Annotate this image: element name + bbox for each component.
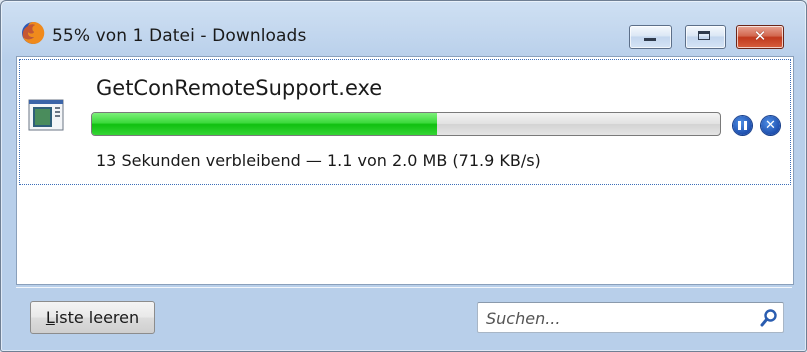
pause-button[interactable]	[733, 116, 752, 135]
download-file-name: GetConRemoteSupport.exe	[96, 76, 383, 100]
clear-list-accesskey: L	[45, 308, 55, 327]
window-title: 55% von 1 Datei - Downloads	[52, 26, 307, 46]
close-icon: ✕	[753, 27, 767, 45]
search-box[interactable]	[477, 302, 784, 333]
download-item[interactable]: GetConRemoteSupport.exe ✕ 13 Sekunden ve…	[19, 59, 791, 185]
close-button[interactable]: ✕	[736, 25, 784, 49]
minimize-button[interactable]	[629, 25, 672, 49]
title-bar[interactable]: 55% von 1 Datei - Downloads ✕	[1, 1, 806, 51]
pause-icon	[738, 121, 741, 130]
search-icon[interactable]	[759, 308, 779, 328]
clear-list-label: iste leeren	[54, 308, 140, 327]
footer-divider	[16, 287, 792, 288]
download-status: 13 Sekunden verbleibend — 1.1 von 2.0 MB…	[96, 151, 541, 170]
download-progress-bar	[91, 112, 721, 136]
minimize-icon	[644, 38, 656, 41]
downloads-list[interactable]: GetConRemoteSupport.exe ✕ 13 Sekunden ve…	[16, 56, 794, 285]
cancel-button[interactable]: ✕	[761, 116, 780, 135]
firefox-icon	[22, 21, 45, 44]
application-file-icon	[28, 99, 64, 131]
clear-list-button[interactable]: Liste leeren	[30, 301, 155, 334]
maximize-button[interactable]	[685, 25, 726, 49]
progress-fill	[92, 113, 438, 135]
maximize-icon	[698, 31, 710, 40]
pause-icon-bar	[744, 121, 747, 130]
cancel-icon: ✕	[765, 118, 776, 133]
downloads-window: 55% von 1 Datei - Downloads ✕ GetConRemo…	[0, 0, 807, 352]
search-input[interactable]	[486, 307, 746, 329]
